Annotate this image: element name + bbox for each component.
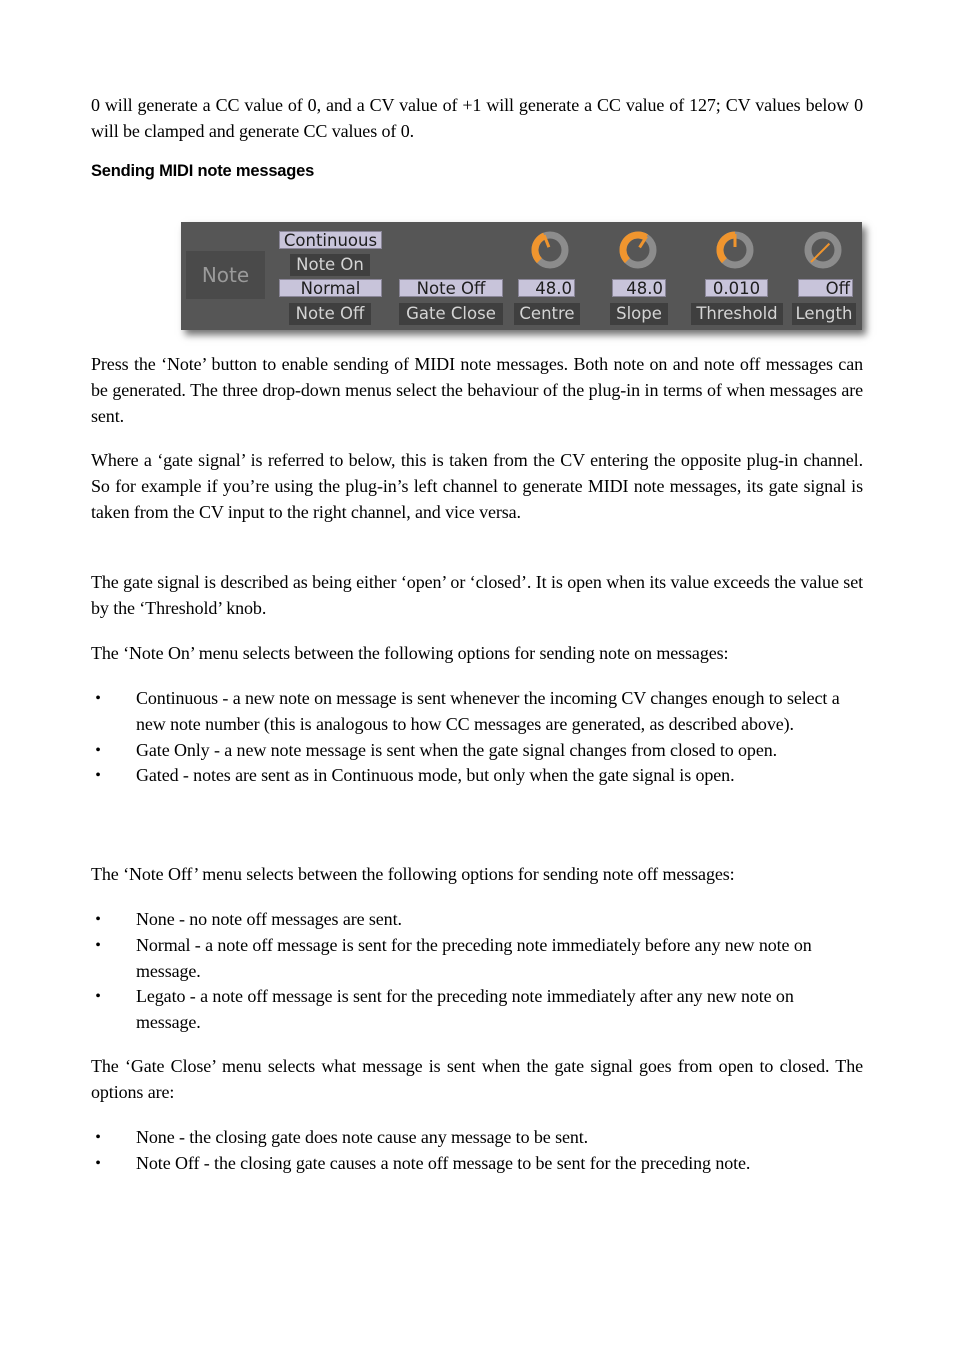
bullet-icon: •	[95, 1154, 101, 1172]
knob-value-arc	[619, 231, 648, 264]
threshold-label: Threshold	[691, 303, 783, 325]
note-off-options-list: • None - no note off messages are sent. •…	[91, 907, 836, 1036]
gate-close-label: Gate Close	[399, 303, 503, 325]
slope-value-field[interactable]: 48.0	[612, 279, 666, 298]
centre-knob[interactable]	[527, 227, 573, 273]
intro-paragraph: 0 will generate a CC value of 0, and a C…	[91, 95, 863, 141]
list-item-text: Continuous - a new note on message is se…	[136, 688, 840, 734]
note-toggle-button[interactable]: Note	[186, 251, 265, 299]
bullet-icon: •	[95, 936, 101, 954]
list-item: • Continuous - a new note on message is s…	[91, 686, 853, 738]
list-item-text: Gated - notes are sent as in Continuous …	[136, 765, 735, 786]
bullet-icon: •	[95, 767, 101, 785]
bullet-icon: •	[95, 690, 101, 707]
slope-label: Slope	[610, 303, 668, 325]
section-heading: Sending MIDI note messages	[91, 162, 315, 180]
list-item-text: Legato - a note off message is sent for …	[136, 986, 794, 1033]
length-label: Length	[792, 303, 856, 325]
bullet-icon: •	[95, 1129, 101, 1146]
list-item: • Gate Only - a new note message is sent …	[91, 738, 853, 764]
list-item-text: None - no note off messages are sent.	[136, 909, 402, 929]
list-item: • None - the closing gate does note cause…	[91, 1125, 831, 1151]
list-item: • Note Off - the closing gate causes a no…	[91, 1151, 831, 1177]
threshold-knob[interactable]	[712, 227, 758, 273]
list-item: • Legato - a note off message is sent for…	[91, 984, 836, 1036]
centre-value-field[interactable]: 48.0	[518, 279, 575, 298]
paragraph-note-on-menu: The ‘Note On’ menu selects between the f…	[91, 643, 729, 663]
paragraph-gate-signal: Where a ‘gate signal’ is referred to bel…	[91, 450, 863, 522]
note-off-dropdown[interactable]: Normal	[279, 279, 382, 298]
paragraph-note-button: Press the ‘Note’ button to enable sendin…	[91, 354, 863, 426]
knob-value-arc	[531, 232, 547, 264]
list-item-text: Gate Only - a new note message is sent w…	[136, 739, 778, 760]
list-item: • None - no note off messages are sent.	[91, 907, 836, 933]
bullet-icon: •	[95, 988, 101, 1006]
note-on-dropdown[interactable]: Continuous	[279, 231, 382, 250]
gate-close-options-list: • None - the closing gate does note cause…	[91, 1125, 831, 1177]
threshold-value-field[interactable]: 0.010	[705, 279, 768, 298]
knob-value-arc	[716, 231, 736, 264]
list-item-text: None - the closing gate does note cause …	[136, 1127, 589, 1147]
paragraph-note-off-menu: The ‘Note Off’ menu selects between the …	[91, 864, 735, 884]
bullet-icon: •	[95, 741, 101, 759]
list-item: • Gated - notes are sent as in Continuous…	[91, 763, 853, 789]
centre-label: Centre	[514, 303, 580, 325]
note-on-options-list: • Continuous - a new note on message is s…	[91, 686, 853, 789]
note-off-label: Note Off	[289, 303, 371, 325]
paragraph-gate-open-closed: The gate signal is described as being ei…	[91, 572, 863, 618]
paragraph-gate-close-menu: The ‘Gate Close’ menu selects what messa…	[91, 1056, 863, 1102]
gate-close-dropdown[interactable]: Note Off	[399, 279, 503, 298]
length-knob[interactable]	[800, 227, 846, 273]
list-item: • Normal - a note off message is sent for…	[91, 933, 836, 985]
midi-note-plugin-panel: Note Continuous Note On Normal Note Off …	[181, 222, 862, 330]
length-value-field[interactable]: Off	[798, 279, 853, 298]
bullet-icon: •	[95, 911, 101, 928]
list-item-text: Normal - a note off message is sent for …	[136, 934, 812, 981]
knob-pointer	[810, 242, 831, 263]
list-item-text: Note Off - the closing gate causes a not…	[136, 1152, 751, 1173]
slope-knob[interactable]	[615, 227, 661, 273]
note-on-label: Note On	[290, 254, 370, 276]
